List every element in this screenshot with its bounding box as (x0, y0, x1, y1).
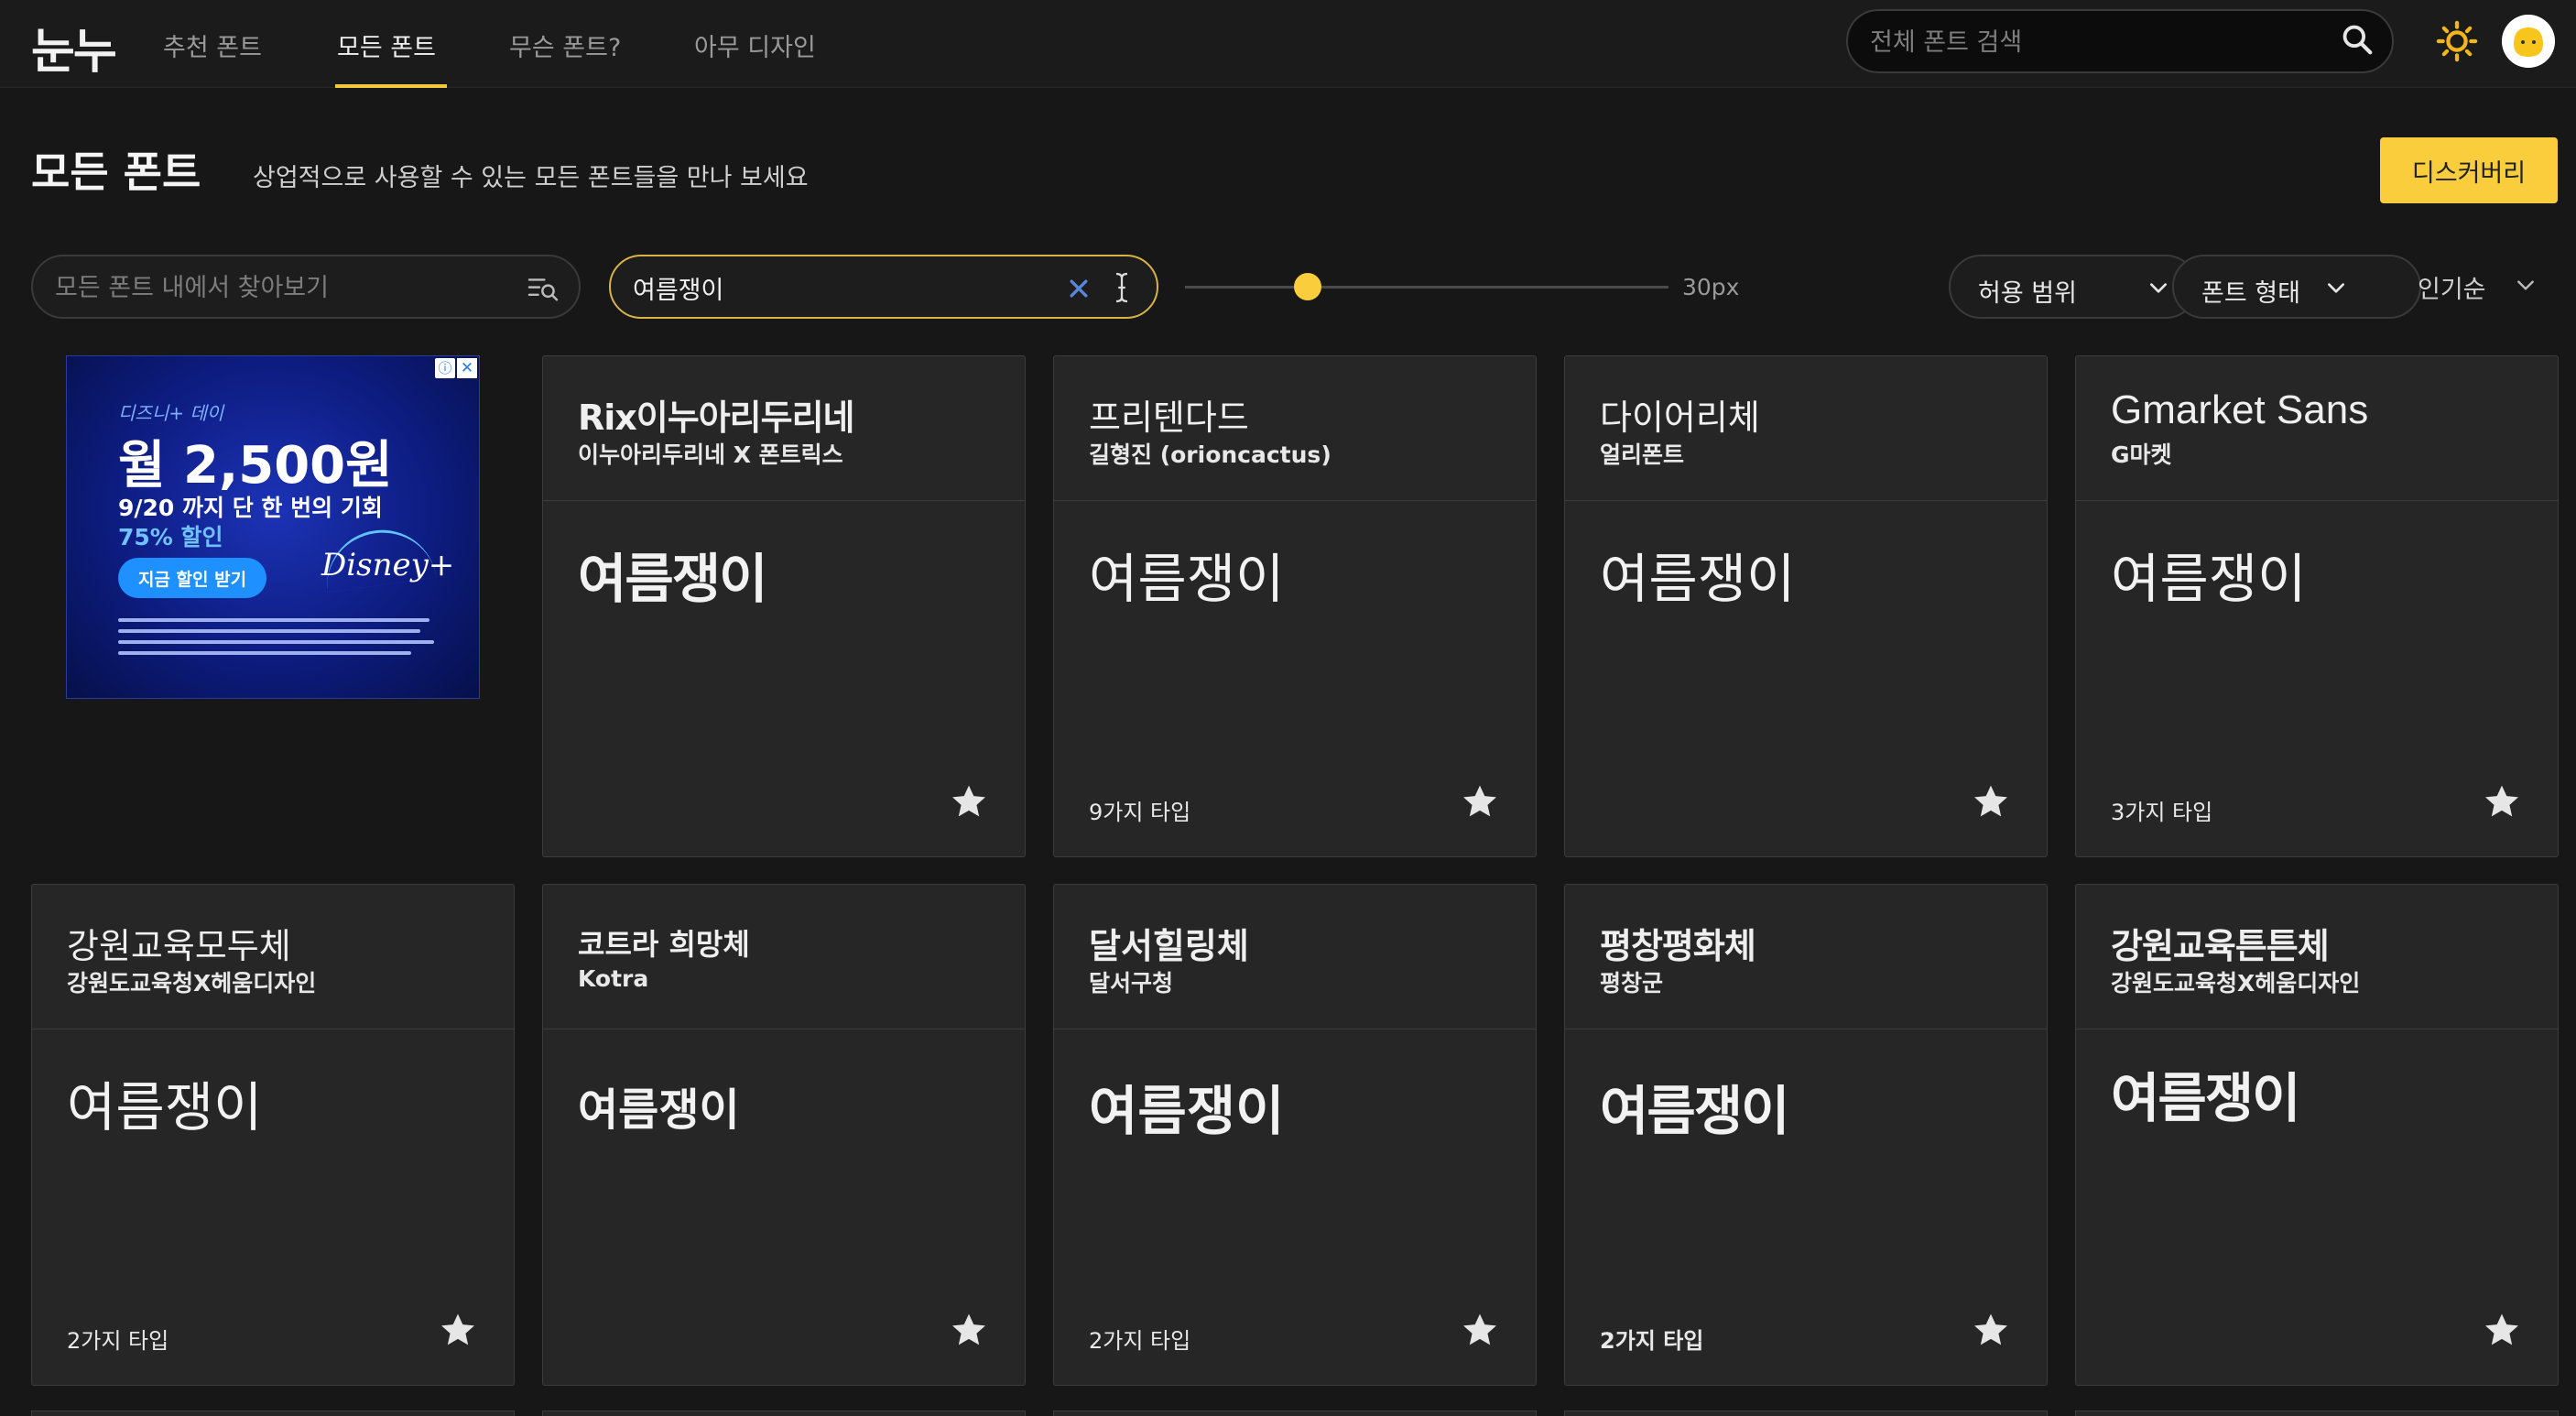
discovery-button[interactable]: 디스커버리 (2380, 137, 2558, 203)
font-card-next-row[interactable] (31, 1411, 515, 1416)
font-card-next-row[interactable] (1053, 1411, 1537, 1416)
font-card[interactable]: 프리텐다드 길형진 (orioncactus) 여름쟁이 9가지 타입 (1053, 355, 1537, 857)
star-icon[interactable] (2482, 1310, 2522, 1350)
font-name: 평창평화체 (1600, 926, 1756, 966)
page-subtitle: 상업적으로 사용할 수 있는 모든 폰트들을 만나 보세요 (253, 164, 809, 192)
theme-toggle-sun-icon[interactable] (2436, 20, 2478, 62)
font-size-value: 30px (1682, 274, 1740, 300)
font-author: 강원도교육청X헤움디자인 (67, 970, 317, 997)
nav-link-what-font[interactable]: 무슨 폰트? (509, 27, 621, 63)
font-card[interactable]: 다이어리체 얼리폰트 여름쟁이 (1564, 355, 2048, 857)
font-card-next-row[interactable] (2075, 1411, 2559, 1416)
clear-icon[interactable] (1067, 277, 1091, 300)
star-icon[interactable] (949, 781, 989, 822)
ad-fine-print (118, 618, 434, 655)
font-name: 강원교육튼튼체 (2111, 926, 2330, 966)
font-preview: 여름쟁이 (2111, 1067, 2300, 1129)
star-icon[interactable] (1460, 781, 1500, 822)
font-author: 얼리폰트 (1600, 441, 1685, 468)
font-card[interactable]: Gmarket Sans G마켓 여름쟁이 3가지 타입 (2075, 355, 2559, 857)
font-type-count: 3가지 타입 (2111, 800, 2213, 825)
font-name: Rix이누아리두리네 (578, 398, 855, 438)
active-tab-indicator (335, 84, 447, 88)
font-shape-dropdown[interactable]: 폰트 형태 (2172, 255, 2421, 319)
star-icon[interactable] (2482, 781, 2522, 822)
nav-link-recommended[interactable]: 추천 폰트 (163, 27, 262, 63)
ad-info-icon[interactable]: ⓘ (435, 358, 455, 378)
license-dropdown-label: 허용 범위 (1978, 279, 2077, 308)
nav-link-all-fonts[interactable]: 모든 폰트 (337, 27, 436, 63)
font-card[interactable]: Rix이누아리두리네 이누아리두리네 X 폰트릭스 여름쟁이 (542, 355, 1026, 857)
page-title: 모든 폰트 (31, 147, 201, 197)
font-preview: 여름쟁이 (1089, 1080, 1285, 1142)
ad-deadline: 9/20 까지 단 한 번의 기회 (118, 495, 383, 521)
font-card[interactable]: 달서힐링체 달서구청 여름쟁이 2가지 타입 (1053, 884, 1537, 1386)
text-cursor-icon (1115, 272, 1128, 303)
font-preview: 여름쟁이 (1600, 1080, 1789, 1142)
global-search-box (1846, 9, 2394, 73)
user-avatar[interactable] (2502, 15, 2555, 68)
ad-brand-line: 디즈니+ 데이 (118, 402, 224, 424)
font-name: Gmarket Sans (2111, 387, 2369, 432)
font-author: G마켓 (2111, 441, 2172, 468)
font-card-next-row[interactable] (1564, 1411, 2048, 1416)
font-type-count: 2가지 타입 (1089, 1328, 1191, 1354)
advertisement-banner[interactable]: ⓘ ✕ 디즈니+ 데이 월 2,500원 9/20 까지 단 한 번의 기회 7… (66, 355, 480, 699)
star-icon[interactable] (1460, 1310, 1500, 1350)
font-name: 다이어리체 (1600, 398, 1760, 438)
font-card[interactable]: 평창평화체 평창군 여름쟁이 2가지 타입 (1564, 884, 2048, 1386)
font-name: 달서힐링체 (1089, 926, 1249, 966)
font-size-slider-track[interactable] (1185, 286, 1668, 289)
font-name: 강원교육모두체 (67, 926, 291, 966)
filter-search-icon[interactable] (527, 275, 559, 302)
star-icon[interactable] (1971, 1310, 2011, 1350)
font-preview: 여름쟁이 (67, 1076, 263, 1138)
font-preview: 여름쟁이 (1600, 548, 1796, 610)
font-author: 이누아리두리네 X 폰트릭스 (578, 441, 843, 468)
ad-disney-logo: Disney+ (321, 547, 455, 583)
top-nav: 눈누 추천 폰트 모든 폰트 무슨 폰트? 아무 디자인 (0, 0, 2576, 88)
font-preview: 여름쟁이 (578, 1084, 740, 1136)
font-type-count: 2가지 타입 (1600, 1328, 1704, 1354)
sort-chevron-down-icon[interactable] (2516, 278, 2536, 294)
font-preview: 여름쟁이 (1089, 548, 1285, 610)
license-dropdown[interactable]: 허용 범위 (1949, 255, 2198, 319)
sort-select[interactable]: 인기순 (2418, 269, 2486, 305)
search-icon[interactable] (2340, 22, 2375, 57)
chevron-down-icon (2327, 283, 2345, 293)
font-card[interactable]: 강원교육튼튼체 강원도교육청X헤움디자인 여름쟁이 (2075, 884, 2559, 1386)
logo[interactable]: 눈누 (31, 13, 117, 82)
font-size-slider-thumb[interactable] (1294, 273, 1321, 300)
font-author: 길형진 (orioncactus) (1089, 441, 1331, 468)
ad-close-icon[interactable]: ✕ (457, 358, 477, 378)
preview-text-box (609, 255, 1158, 319)
font-type-count: 9가지 타입 (1089, 800, 1191, 825)
font-author: 강원도교육청X헤움디자인 (2111, 970, 2361, 997)
nav-link-any-design[interactable]: 아무 디자인 (694, 27, 816, 63)
ad-cta-button[interactable]: 지금 할인 받기 (118, 558, 266, 598)
star-icon[interactable] (949, 1310, 989, 1350)
avatar-face-icon (2502, 15, 2555, 68)
font-card[interactable]: 강원교육모두체 강원도교육청X헤움디자인 여름쟁이 2가지 타입 (31, 884, 515, 1386)
global-search-input[interactable] (1870, 22, 2328, 62)
chevron-down-icon (2149, 283, 2168, 293)
font-author: 평창군 (1600, 970, 1664, 997)
star-icon[interactable] (1971, 781, 2011, 822)
font-search-box (31, 255, 581, 319)
font-type-count: 2가지 타입 (67, 1328, 169, 1354)
font-shape-dropdown-label: 폰트 형태 (2201, 279, 2300, 308)
font-preview: 여름쟁이 (2111, 548, 2307, 610)
font-author: 달서구청 (1089, 970, 1174, 997)
font-search-input[interactable] (55, 267, 513, 308)
preview-text-input[interactable] (633, 267, 1072, 308)
star-icon[interactable] (438, 1310, 478, 1350)
font-card-next-row[interactable] (542, 1411, 1026, 1416)
font-name: 코트라 희망체 (578, 927, 750, 962)
font-preview: 여름쟁이 (578, 548, 767, 610)
font-card[interactable]: 코트라 희망체 Kotra 여름쟁이 (542, 884, 1026, 1386)
ad-discount: 75% 할인 (118, 524, 223, 550)
font-author: Kotra (578, 965, 649, 992)
ad-price: 월 2,500원 (118, 436, 393, 496)
font-name: 프리텐다드 (1089, 398, 1249, 438)
